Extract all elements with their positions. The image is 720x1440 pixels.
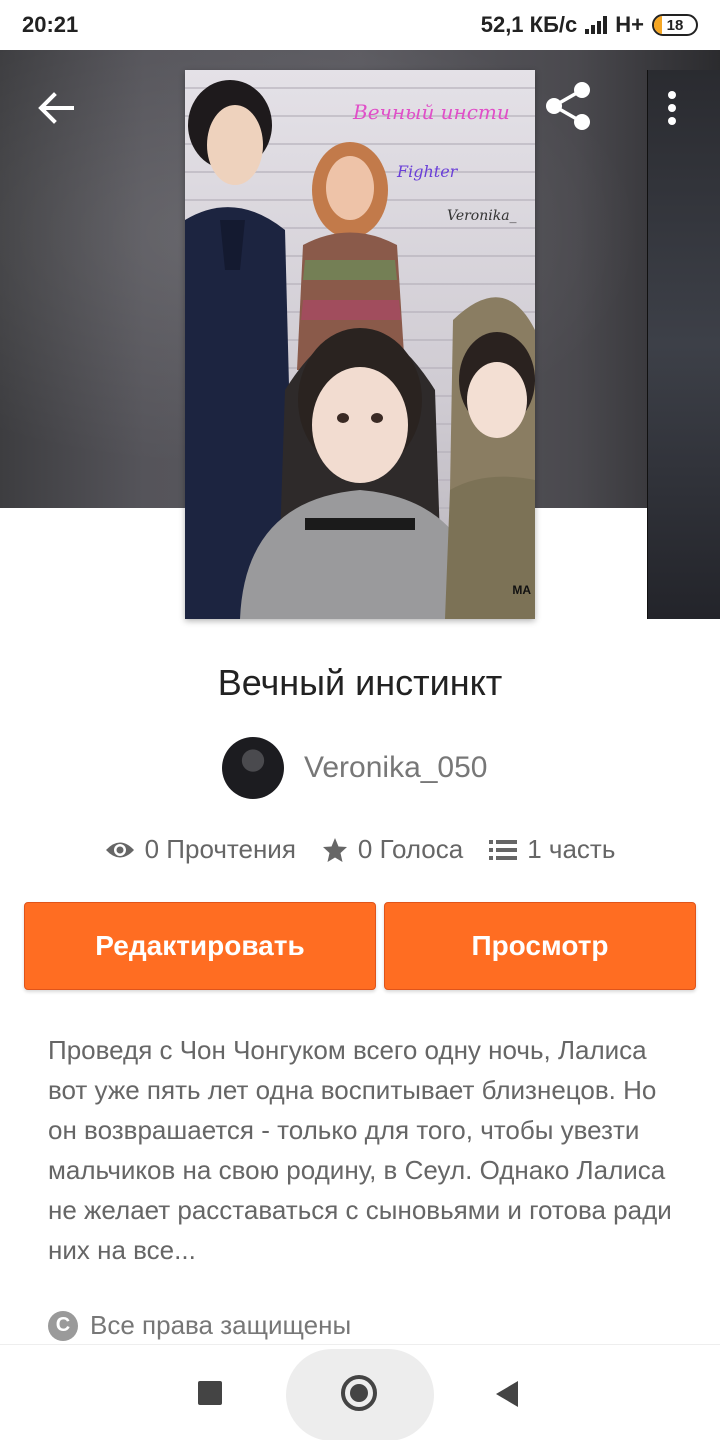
arrow-left-icon bbox=[38, 92, 74, 124]
share-button[interactable] bbox=[540, 78, 596, 134]
author-link[interactable]: Veronika_050 bbox=[222, 737, 488, 799]
cover-illustration bbox=[185, 80, 535, 619]
cover-title-text: Вечный инсти bbox=[353, 100, 510, 124]
network-type: H+ bbox=[615, 12, 644, 37]
votes-stat: 0 Голоса bbox=[322, 834, 463, 865]
story-cover-image[interactable]: Вечный инсти Fighter Veronika_ MA bbox=[185, 70, 535, 619]
star-icon bbox=[322, 837, 347, 862]
view-button[interactable]: Просмотр bbox=[384, 902, 696, 990]
eye-icon bbox=[105, 842, 134, 857]
status-indicators: 52,1 КБ/с H+ 18 bbox=[481, 12, 698, 38]
story-title: Вечный инстинкт bbox=[217, 662, 503, 703]
signal-icon bbox=[585, 16, 608, 34]
list-icon bbox=[489, 839, 518, 860]
story-description: Проведя с Чон Чонгуком всего одну ночь, … bbox=[48, 1035, 672, 1265]
home-icon-dot bbox=[350, 1384, 368, 1402]
parts-stat[interactable]: 1 часть bbox=[489, 834, 615, 865]
network-speed: 52,1 КБ/с bbox=[480, 12, 578, 37]
parts-count[interactable]: 1 часть bbox=[527, 834, 615, 865]
recent-apps-button[interactable] bbox=[198, 1381, 222, 1405]
story-stats: 0 Прочтения 0 Голоса 1 часть bbox=[0, 834, 720, 865]
copyright-icon: C bbox=[48, 1310, 78, 1341]
author-name[interactable]: Veronika_050 bbox=[304, 751, 488, 785]
system-navigation-bar bbox=[0, 1344, 720, 1440]
cover-author-text: Veronika_ bbox=[447, 208, 517, 224]
status-bar: 20:21 52,1 КБ/с H+ 18 bbox=[0, 0, 720, 50]
system-back-button[interactable] bbox=[496, 1381, 518, 1407]
edit-button[interactable]: Редактировать bbox=[24, 902, 376, 990]
cover-subtitle-text: Fighter bbox=[397, 162, 458, 181]
home-button[interactable] bbox=[341, 1375, 377, 1411]
battery-percent: 18 bbox=[666, 16, 684, 34]
reads-stat: 0 Прочтения bbox=[105, 834, 296, 865]
more-vertical-icon bbox=[668, 91, 676, 125]
share-icon bbox=[546, 82, 590, 130]
battery-level-fill bbox=[654, 16, 662, 34]
battery-icon: 18 bbox=[652, 14, 698, 36]
copyright-label: Все права защищены bbox=[90, 1310, 352, 1340]
back-button[interactable] bbox=[30, 82, 82, 134]
cover-mark-text: MA bbox=[512, 583, 531, 597]
next-story-cover[interactable] bbox=[647, 70, 720, 619]
more-options-button[interactable] bbox=[652, 82, 692, 134]
votes-count: 0 Голоса bbox=[357, 834, 464, 864]
reads-count: 0 Прочтения bbox=[144, 834, 296, 864]
author-avatar[interactable] bbox=[222, 737, 284, 799]
copyright-row: C Все права защищены bbox=[48, 1310, 351, 1341]
status-time: 20:21 bbox=[22, 12, 79, 37]
